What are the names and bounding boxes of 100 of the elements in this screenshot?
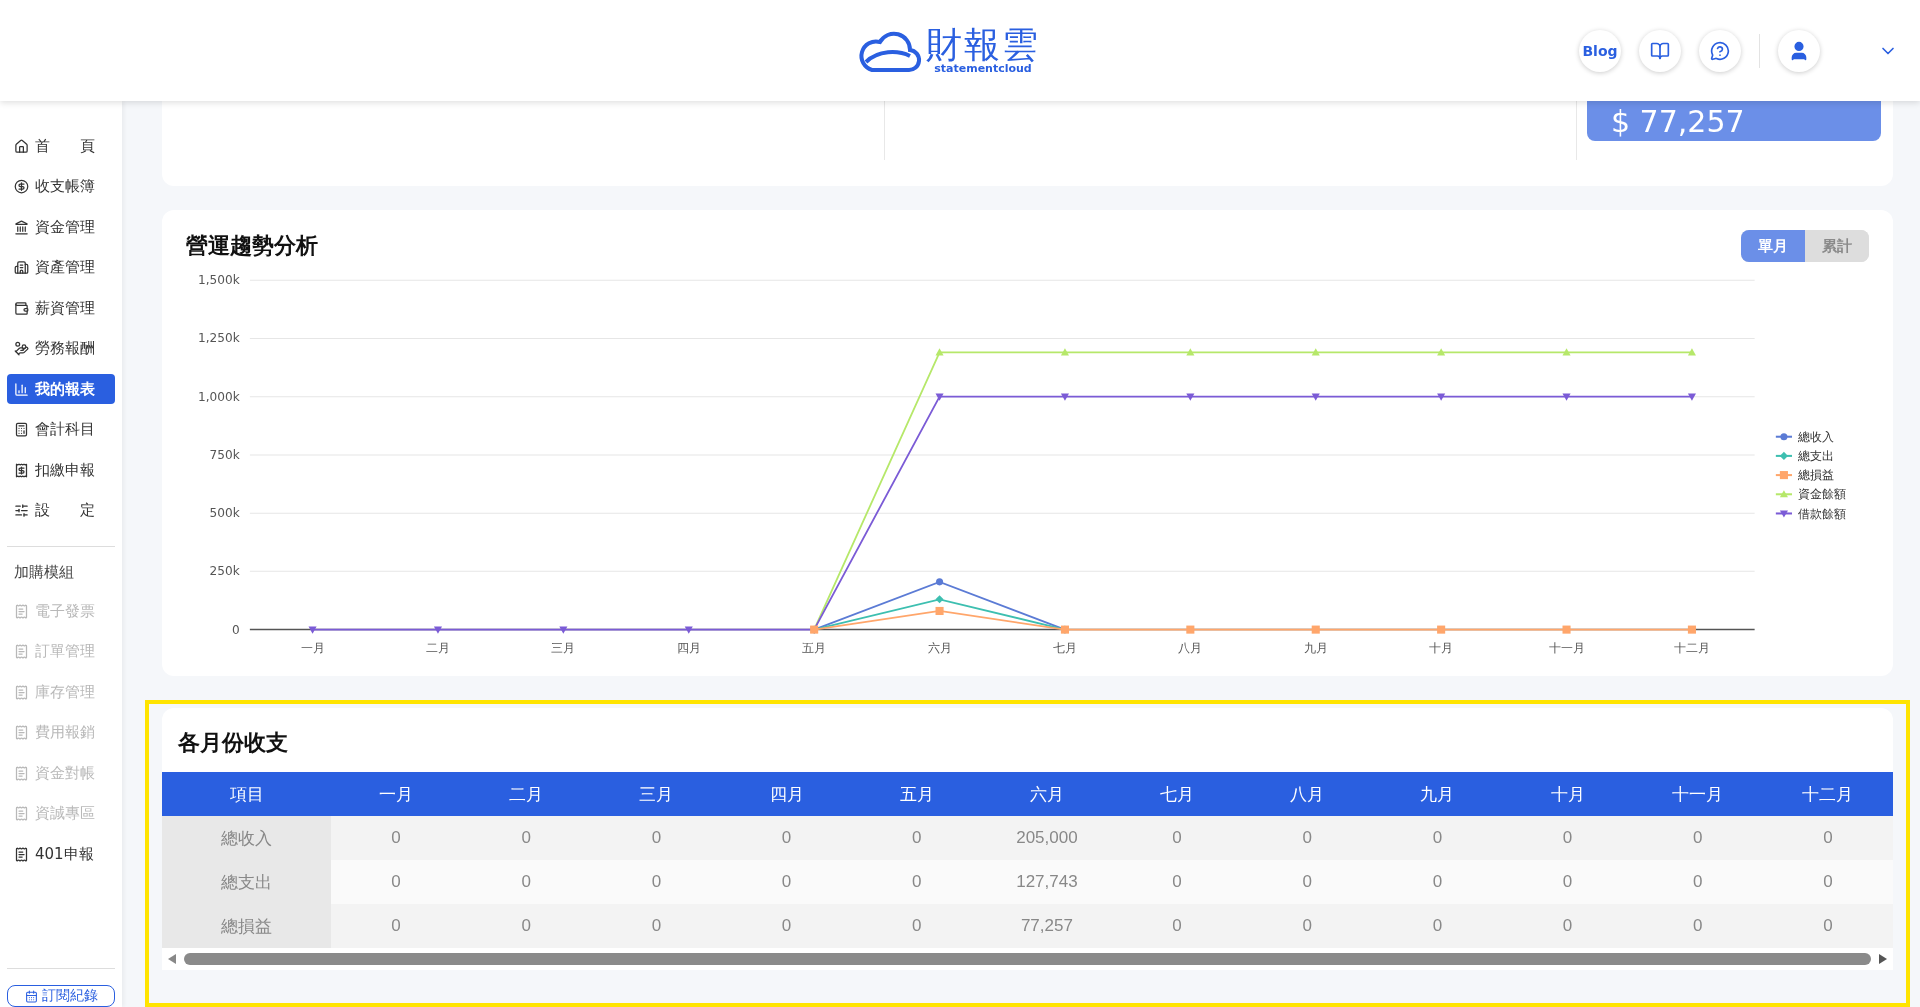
logo-tagline: statementcloud xyxy=(934,63,1032,74)
x-tick-label: 四月 xyxy=(676,640,701,655)
dollar-circle-icon xyxy=(14,179,29,194)
table-cell-text: 0 xyxy=(1301,872,1313,893)
bank-icon xyxy=(14,219,29,235)
column-header: 項目 xyxy=(228,782,265,806)
help-button[interactable] xyxy=(1699,29,1741,72)
legend-label: 總收入 xyxy=(1798,429,1835,444)
point xyxy=(935,595,944,604)
amount-card: $ 77,257 xyxy=(1587,101,1881,141)
subscription-button[interactable]: 訂閱紀錄 xyxy=(7,985,115,1007)
table-cell-text: 127,743 xyxy=(1015,872,1079,893)
table-cell-text: 0 xyxy=(780,872,793,893)
column-header: 七月 xyxy=(1159,782,1196,806)
sidebar-item[interactable]: 收支帳簿 xyxy=(7,171,115,202)
legend-marker xyxy=(1775,490,1792,498)
y-tick-label: 250k xyxy=(209,564,240,579)
receipt-icon xyxy=(14,806,29,821)
column-header: 九月 xyxy=(1419,782,1456,806)
sidebar-item[interactable]: 我的報表 xyxy=(7,374,115,404)
sliders-icon xyxy=(14,503,29,518)
legend-marker xyxy=(1775,433,1792,441)
sidebar-item[interactable]: 扣繳申報 xyxy=(7,455,115,485)
table-cell-text: 0 xyxy=(780,916,793,937)
home-icon xyxy=(14,138,29,154)
x-tick-label: 三月 xyxy=(551,640,576,655)
sidebar-item[interactable]: 薪資管理 xyxy=(7,293,115,323)
table-cell-text: 0 xyxy=(520,828,532,849)
coins-hand-icon xyxy=(14,341,29,356)
table-cell-text: 0 xyxy=(1822,872,1834,893)
book-button[interactable] xyxy=(1639,29,1681,72)
x-tick-label: 一月 xyxy=(300,640,325,655)
scroll-left-icon[interactable] xyxy=(168,954,176,965)
column-header: 六月 xyxy=(1028,782,1065,806)
point xyxy=(1437,393,1446,401)
table-cell-text: 0 xyxy=(1301,828,1313,849)
scrollbar-thumb[interactable] xyxy=(184,953,1871,966)
sidebar-item[interactable]: 首 頁 xyxy=(7,131,115,161)
legend-marker xyxy=(1775,451,1792,460)
y-tick-label: 750k xyxy=(209,447,240,462)
table-cell-text: 0 xyxy=(1692,916,1704,937)
table-cell-text: 0 xyxy=(780,828,793,849)
point xyxy=(1687,625,1696,634)
table-cell-text: 0 xyxy=(1301,916,1313,937)
sidebar-item[interactable]: 設 定 xyxy=(7,495,115,526)
calculator-icon xyxy=(14,422,29,437)
point xyxy=(1562,625,1571,634)
table-cell-text: 0 xyxy=(911,872,923,893)
column-header: 十一月 xyxy=(1671,782,1725,806)
point xyxy=(1437,625,1446,634)
table-cell-text: 0 xyxy=(1561,872,1574,893)
table-cell-text: 0 xyxy=(1171,828,1183,849)
column-header: 十月 xyxy=(1549,782,1586,806)
sidebar-item[interactable]: 資產管理 xyxy=(7,252,115,283)
y-tick-label: 0 xyxy=(232,622,240,637)
table-cell-text: 0 xyxy=(390,916,402,937)
toggle-option[interactable]: 單月 xyxy=(1741,230,1805,262)
x-tick-label: 五月 xyxy=(802,640,827,655)
column-header: 十二月 xyxy=(1801,782,1855,806)
sidebar-item[interactable]: 資金管理 xyxy=(7,212,115,242)
x-tick-label: 十一月 xyxy=(1548,640,1585,655)
receipt-icon xyxy=(14,725,29,740)
table-cell-text: 0 xyxy=(390,828,402,849)
legend-label: 總支出 xyxy=(1798,448,1835,463)
scroll-right-icon[interactable] xyxy=(1879,954,1887,965)
table-cell-text: 0 xyxy=(650,872,663,893)
table-cell-text: 0 xyxy=(1431,828,1444,849)
table-cell-text: 0 xyxy=(520,916,532,937)
receipt-icon xyxy=(14,462,29,478)
section-heading: 加購模組 xyxy=(13,563,75,582)
point xyxy=(935,606,944,616)
legend-marker xyxy=(1775,510,1792,518)
table-cell-text: 0 xyxy=(1822,828,1834,849)
card-title: 營運趨勢分析 xyxy=(186,232,318,260)
sidebar-item[interactable]: 勞務報酬 xyxy=(7,333,115,364)
receipt-icon xyxy=(14,684,29,700)
help-icon xyxy=(1710,40,1730,61)
legend-marker xyxy=(1775,471,1792,480)
y-tick-label: 500k xyxy=(209,506,240,521)
table-cell-text: 0 xyxy=(911,828,923,849)
x-tick-label: 六月 xyxy=(927,640,952,655)
table-cell-text: 0 xyxy=(1431,916,1444,937)
table-cell-text: 77,257 xyxy=(1019,916,1074,937)
table-cell-text: 0 xyxy=(650,828,663,849)
row-label: 總收入 xyxy=(162,816,331,861)
column-header: 一月 xyxy=(378,782,415,806)
point xyxy=(936,578,944,586)
blog-button[interactable]: Blog xyxy=(1579,29,1621,72)
x-tick-label: 九月 xyxy=(1303,640,1328,655)
wallet-icon xyxy=(14,300,29,316)
table-cell-text: 0 xyxy=(1692,872,1704,893)
sidebar-item[interactable]: 401申報 xyxy=(7,839,115,869)
column-header: 二月 xyxy=(508,782,545,806)
sidebar-item[interactable]: 會計科目 xyxy=(7,414,115,445)
point xyxy=(1311,625,1320,634)
table-cell-text: 0 xyxy=(911,916,923,937)
y-tick-label: 1,250k xyxy=(198,331,240,346)
table-cell-text: 0 xyxy=(520,872,532,893)
table-cell-text: 0 xyxy=(1561,828,1574,849)
user-avatar-button[interactable] xyxy=(1778,29,1820,72)
